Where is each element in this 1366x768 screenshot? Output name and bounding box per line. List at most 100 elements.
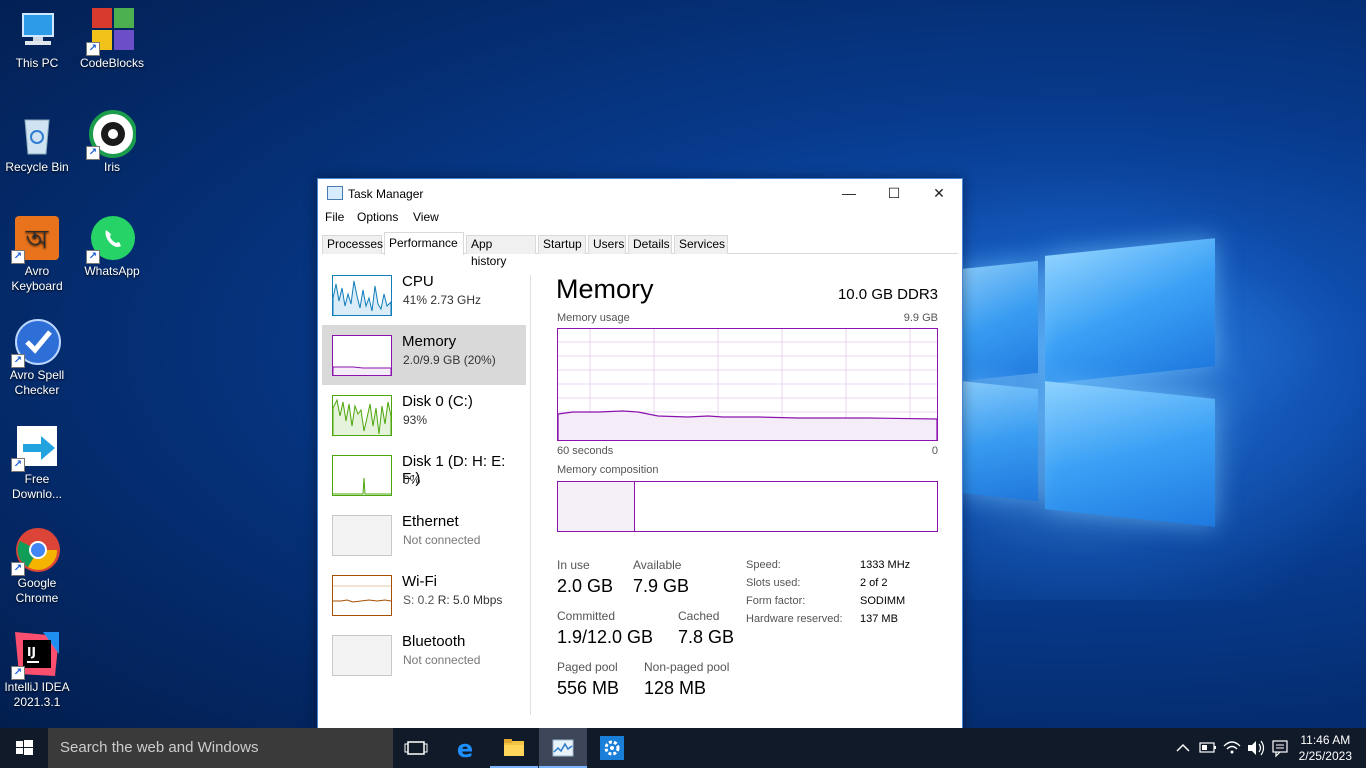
- sidebar-item-memory[interactable]: Memory 2.0/9.9 GB (20%): [322, 325, 526, 385]
- sidebar-item-label: Memory: [402, 333, 457, 350]
- minimize-button[interactable]: —: [826, 179, 872, 207]
- spell-checker-icon: ↗: [11, 318, 61, 368]
- tab-details[interactable]: Details: [628, 235, 672, 254]
- taskbar-settings[interactable]: [588, 728, 636, 768]
- tab-users[interactable]: Users: [588, 235, 626, 254]
- clock-date: 2/25/2023: [1298, 749, 1352, 763]
- speed-label: Speed:: [746, 559, 781, 571]
- taskbar-task-manager[interactable]: [539, 728, 587, 768]
- memory-composition-bar: [557, 481, 938, 532]
- tray-battery[interactable]: [1196, 728, 1220, 768]
- memory-composition-label: Memory composition: [557, 464, 659, 476]
- gear-icon: [600, 736, 624, 760]
- sidebar-item-cpu[interactable]: CPU 41% 2.73 GHz: [322, 265, 526, 325]
- wifi-send-rate: S: 0.2: [403, 593, 435, 607]
- hardware-reserved-label: Hardware reserved:: [746, 613, 843, 625]
- tray-network[interactable]: [1220, 728, 1244, 768]
- desktop-icon-label: Avro Keyboard: [11, 264, 63, 293]
- maximize-button[interactable]: ☐: [871, 179, 917, 207]
- title-bar[interactable]: Task Manager — ☐ ✕: [318, 179, 962, 207]
- shortcut-arrow-icon: ↗: [11, 458, 25, 472]
- panel-divider: [530, 275, 531, 715]
- in-use-value: 2.0 GB: [557, 576, 614, 596]
- sidebar-item-value: 2.0/9.9 GB (20%): [403, 353, 496, 367]
- sidebar-item-wifi[interactable]: Wi-Fi S: 0.2 R: 5.0 Mbps: [322, 565, 526, 625]
- memory-usage-max: 9.9 GB: [903, 312, 938, 324]
- wifi-icon: [1223, 741, 1241, 754]
- desktop-icon-label: Recycle Bin: [5, 160, 69, 174]
- speaker-icon: [1248, 740, 1265, 756]
- desktop-icon-label: Free Downlo...: [11, 472, 63, 501]
- tab-app-history[interactable]: App history: [466, 235, 536, 268]
- desktop-icon-free-download[interactable]: ↗ Free Downlo...: [0, 422, 74, 502]
- desktop-icon-iris[interactable]: ↗ Iris: [75, 110, 149, 175]
- taskbar-file-explorer[interactable]: [490, 728, 538, 768]
- taskbar-edge[interactable]: e: [441, 728, 489, 768]
- memory-usage-graph: [557, 328, 938, 441]
- desktop-icon-whatsapp[interactable]: ↗ WhatsApp: [75, 214, 149, 279]
- non-paged-pool-label: Non-paged pool: [644, 660, 730, 674]
- search-input[interactable]: Search the web and Windows: [48, 728, 393, 768]
- shortcut-arrow-icon: ↗: [11, 562, 25, 576]
- desktop-icon-label: Iris: [104, 160, 120, 174]
- task-view-button[interactable]: [393, 728, 441, 768]
- task-manager-icon: [327, 186, 343, 200]
- committed-label: Committed: [557, 609, 616, 623]
- wifi-receive-rate: R: 5.0 Mbps: [437, 593, 503, 607]
- svg-text:e: e: [457, 735, 473, 763]
- svg-text:অ: অ: [25, 225, 49, 255]
- paged-pool-value: 556 MB: [557, 678, 620, 698]
- close-button[interactable]: ✕: [916, 179, 962, 207]
- desktop-icon-codeblocks[interactable]: ↗ CodeBlocks: [75, 6, 149, 71]
- graph-axis-left: 60 seconds: [557, 445, 614, 457]
- tray-action-center[interactable]: [1268, 728, 1292, 768]
- clock-time: 11:46 AM: [1300, 733, 1351, 747]
- desktop-icon-avro-spell-checker[interactable]: ↗ Avro Spell Checker: [0, 318, 74, 398]
- menu-file[interactable]: File: [325, 210, 344, 224]
- tab-services[interactable]: Services: [674, 235, 728, 254]
- in-use-label: In use: [557, 558, 590, 572]
- memory-usage-label: Memory usage: [557, 312, 630, 324]
- menu-options[interactable]: Options: [357, 210, 398, 224]
- desktop-icon-label: WhatsApp: [84, 264, 140, 278]
- sidebar-item-label: Wi-Fi: [402, 573, 437, 590]
- sidebar-item-value: S: 0.2 R: 5.0 Mbps: [403, 593, 502, 607]
- shortcut-arrow-icon: ↗: [11, 354, 25, 368]
- desktop-icon-this-pc[interactable]: This PC: [0, 6, 74, 71]
- tray-volume[interactable]: [1244, 728, 1268, 768]
- wifi-thumbnail-graph: [332, 575, 392, 616]
- show-hidden-icons-button[interactable]: [1172, 728, 1194, 768]
- available-label: Available: [633, 558, 682, 572]
- windows-logo-wallpaper: [960, 225, 1220, 527]
- sidebar-item-ethernet[interactable]: Ethernet Not connected: [322, 505, 526, 565]
- chevron-up-icon: [1176, 743, 1190, 752]
- desktop-icon-avro-keyboard[interactable]: অ ↗ Avro Keyboard: [0, 214, 74, 294]
- sidebar-item-value: Not connected: [403, 533, 481, 547]
- menu-view[interactable]: View: [413, 210, 439, 224]
- sidebar-item-disk-1[interactable]: Disk 1 (D: H: E: F:) 0%: [322, 445, 526, 505]
- shortcut-arrow-icon: ↗: [11, 250, 25, 264]
- tab-startup[interactable]: Startup: [538, 235, 586, 254]
- desktop-icon-label: Avro Spell Checker: [9, 368, 65, 397]
- desktop-icon-label: Google Chrome: [15, 576, 59, 605]
- memory-in-use-segment: [558, 482, 635, 531]
- shortcut-arrow-icon: ↗: [86, 42, 100, 56]
- sidebar-item-bluetooth[interactable]: Bluetooth Not connected: [322, 625, 526, 685]
- desktop-icon-google-chrome[interactable]: ↗ Google Chrome: [0, 526, 74, 606]
- tab-performance[interactable]: Performance: [384, 232, 464, 255]
- recycle-bin-icon: [13, 110, 61, 158]
- start-button[interactable]: [0, 728, 48, 768]
- sidebar-item-label: Disk 0 (C:): [402, 393, 473, 410]
- desktop-icon-recycle-bin[interactable]: Recycle Bin: [0, 110, 74, 175]
- task-view-icon: [404, 741, 428, 755]
- sidebar-item-value: 0%: [403, 473, 421, 487]
- tab-processes[interactable]: Processes: [322, 235, 383, 254]
- system-clock[interactable]: 11:46 AM 2/25/2023: [1299, 732, 1352, 764]
- intellij-icon: IJ ↗: [11, 630, 61, 680]
- menu-bar: File Options View: [318, 207, 962, 227]
- iris-icon: ↗: [86, 110, 137, 160]
- speed-value: 1333 MHz: [860, 559, 911, 571]
- sidebar-item-label: Bluetooth: [402, 633, 466, 650]
- sidebar-item-disk-0[interactable]: Disk 0 (C:) 93%: [322, 385, 526, 445]
- desktop-icon-intellij-idea[interactable]: IJ ↗ IntelliJ IDEA 2021.3.1: [0, 630, 74, 710]
